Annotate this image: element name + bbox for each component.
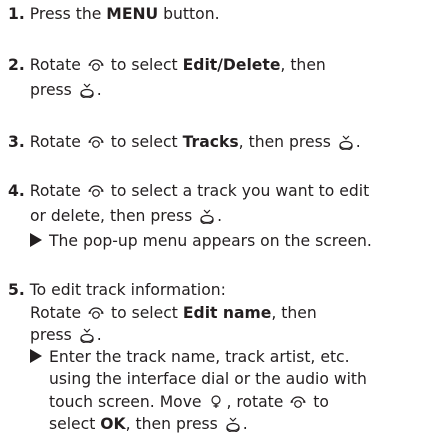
rotate-knob-icon	[88, 57, 104, 73]
result-text: .	[242, 415, 248, 433]
step-5-line-1: 5. To edit track information:	[8, 280, 226, 302]
result-text: select	[49, 415, 101, 433]
step-1-line: 1. Press the MENU button.	[8, 4, 220, 26]
step-text: .	[96, 81, 102, 99]
ok-label: OK	[100, 415, 126, 433]
step-text: to select	[105, 56, 183, 74]
step-2-line-1: 2. Rotate to select Edit/Delete, then	[8, 55, 326, 77]
step-number: 5.	[8, 281, 25, 300]
result-text: , then press	[125, 415, 223, 433]
edit-name-label: Edit name	[182, 303, 272, 322]
step-text: .	[355, 133, 361, 151]
step-5-result-line-4: select OK, then press .	[49, 414, 248, 436]
step-text: Rotate	[29, 133, 86, 151]
step-text: press	[30, 81, 77, 99]
step-text: To edit track information:	[29, 281, 226, 300]
result-text: , rotate	[226, 392, 289, 411]
step-text: to select a track you want to edit	[105, 182, 370, 200]
move-knob-icon	[208, 394, 224, 410]
step-2-line-2: press .	[30, 80, 102, 102]
step-5-result-line-1: Enter the track name, track artist, etc.	[30, 347, 350, 369]
step-text: , then	[271, 303, 317, 322]
press-knob-icon	[338, 134, 354, 150]
step-number: 2.	[8, 56, 25, 74]
step-text: to select	[106, 303, 183, 322]
step-text: Rotate	[30, 303, 87, 322]
step-text: Rotate	[29, 56, 86, 74]
step-text: .	[96, 325, 102, 344]
rotate-knob-icon	[290, 394, 306, 410]
result-text: using the interface dial or the audio wi…	[49, 370, 367, 389]
step-4-line-2: or delete, then press .	[30, 206, 222, 228]
step-number: 4.	[8, 182, 25, 200]
step-text: , then press	[238, 133, 336, 151]
step-4-result: The pop-up menu appears on the screen.	[30, 231, 372, 253]
result-text: Enter the track name, track artist, etc.	[49, 348, 350, 367]
step-text: or delete, then press	[30, 207, 198, 225]
step-number: 1.	[8, 5, 25, 23]
step-5-line-2: Rotate to select Edit name, then	[30, 303, 317, 325]
step-text: Rotate	[29, 182, 86, 200]
step-text: button.	[158, 5, 220, 23]
rotate-knob-icon	[88, 134, 104, 150]
step-text: press	[30, 325, 77, 344]
press-knob-icon	[225, 416, 241, 432]
result-text: The pop-up menu appears on the screen.	[49, 232, 372, 250]
step-5-result-line-2: using the interface dial or the audio wi…	[49, 369, 367, 391]
rotate-knob-icon	[88, 305, 104, 321]
step-4-line-1: 4. Rotate to select a track you want to …	[8, 181, 369, 203]
press-knob-icon	[79, 327, 95, 343]
step-5-result-line-3: touch screen. Move , rotate to	[49, 392, 329, 414]
result-arrow-icon	[30, 349, 42, 364]
result-text: to	[308, 392, 329, 411]
step-5-line-3: press .	[30, 325, 102, 347]
press-knob-icon	[199, 208, 215, 224]
step-number: 3.	[8, 133, 25, 151]
edit-delete-label: Edit/Delete	[182, 56, 281, 74]
step-3-line: 3. Rotate to select Tracks, then press .	[8, 132, 361, 154]
menu-button-label: MENU	[106, 5, 159, 23]
step-text: .	[217, 207, 223, 225]
tracks-label: Tracks	[182, 133, 239, 151]
result-text: touch screen. Move	[49, 392, 207, 411]
result-arrow-icon	[30, 233, 42, 247]
step-text: Press the	[29, 5, 107, 23]
press-knob-icon	[79, 82, 95, 98]
step-text: to select	[105, 133, 183, 151]
step-text: , then	[280, 56, 326, 74]
rotate-knob-icon	[88, 183, 104, 199]
